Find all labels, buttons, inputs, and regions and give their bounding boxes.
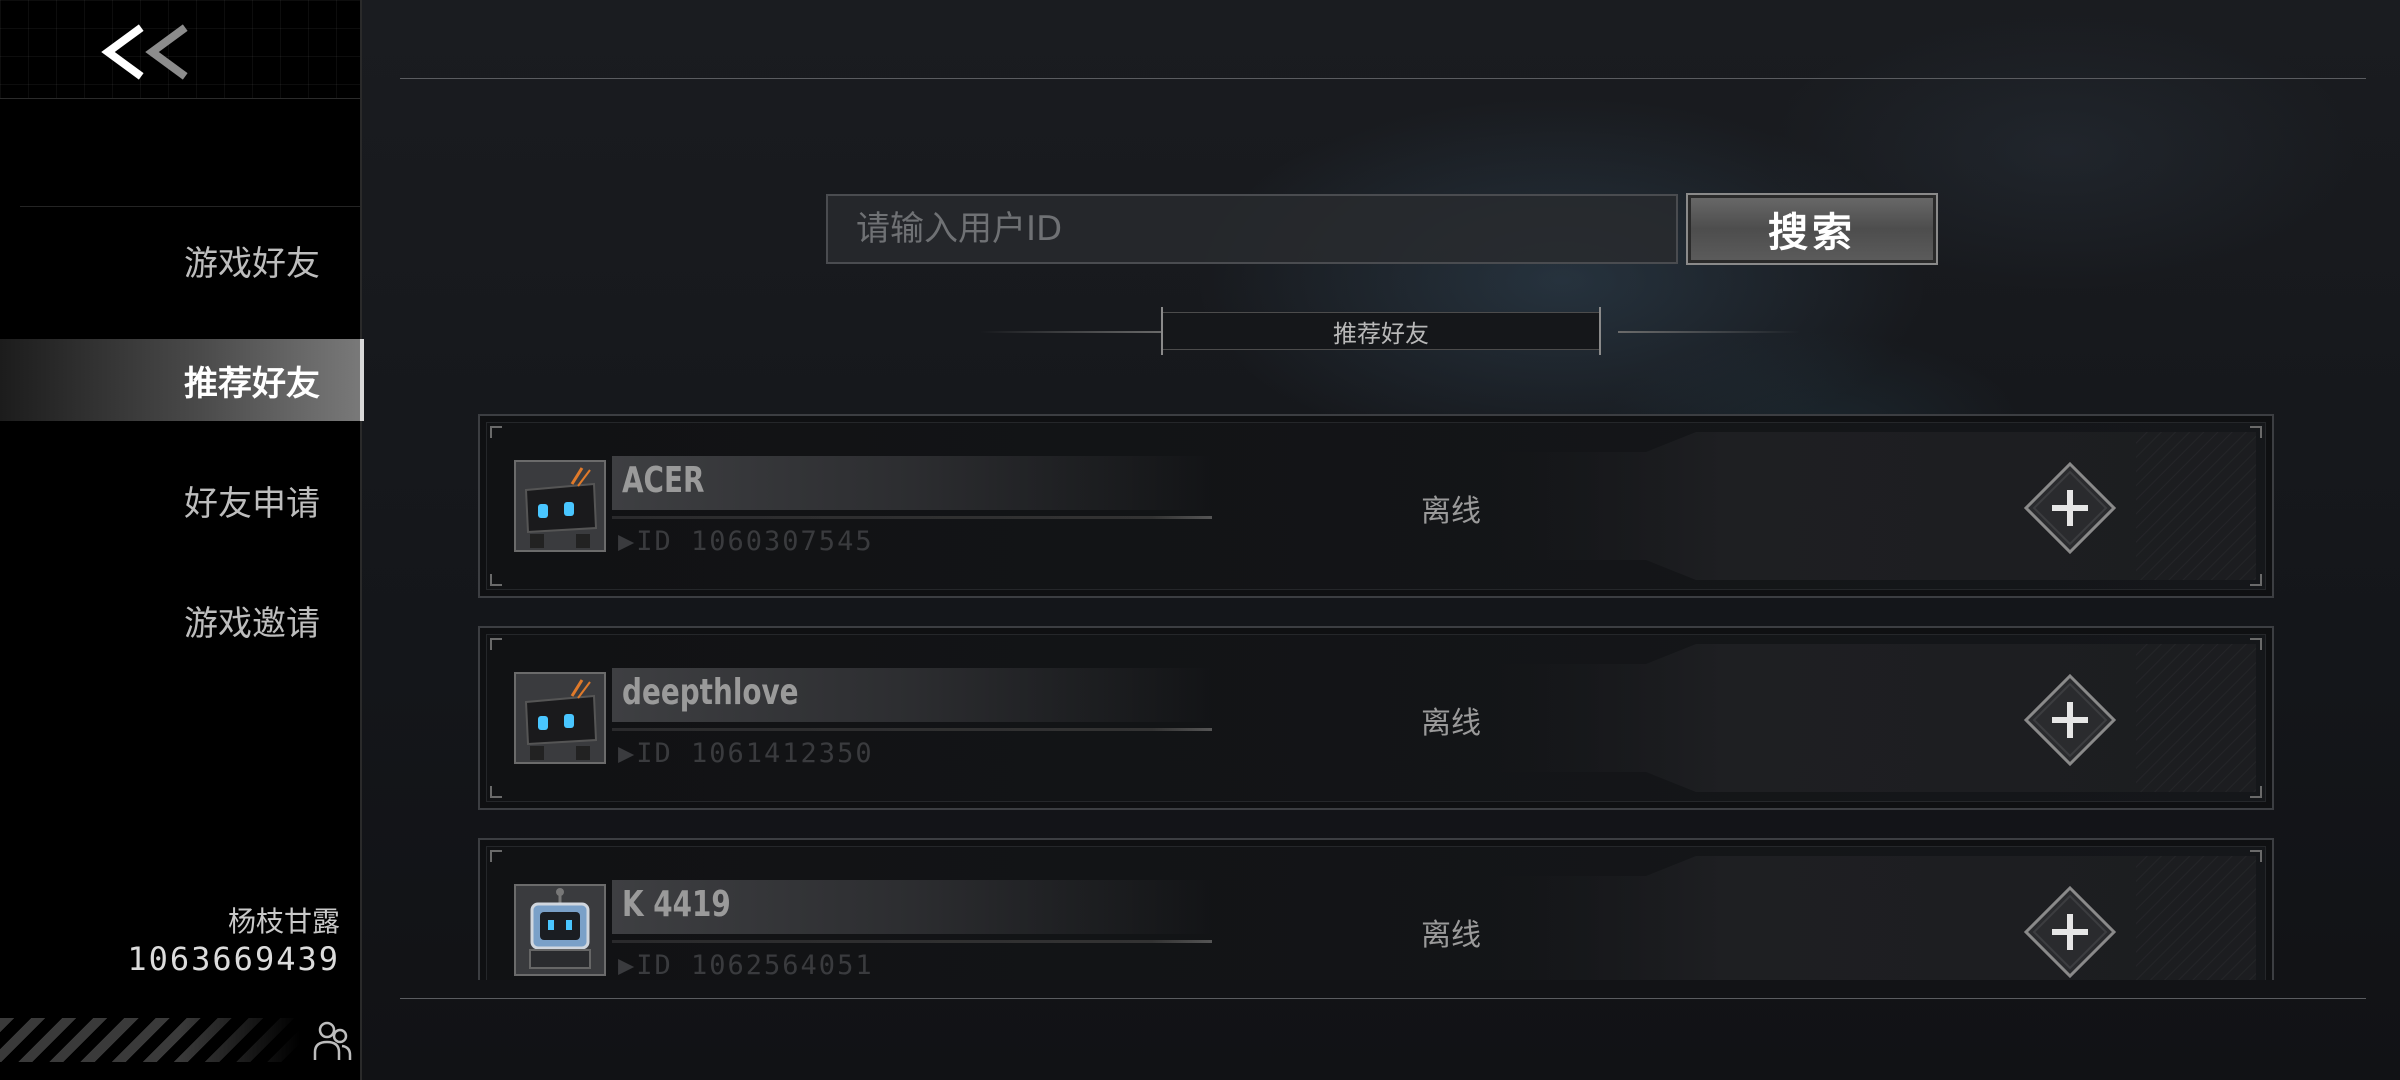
corner <box>490 574 502 586</box>
friends-icon[interactable] <box>312 1018 352 1064</box>
sidebar-item-label: 游戏好友 <box>184 243 320 284</box>
sidebar-item-recommended-friends[interactable]: 推荐好友 <box>0 339 364 421</box>
corner <box>2250 638 2262 650</box>
friend-card: K 4419 ▶ID 1062564051 离线 <box>478 838 2274 980</box>
search-input[interactable] <box>826 194 1678 264</box>
corner <box>490 786 502 798</box>
add-friend-button[interactable] <box>2022 884 2118 980</box>
double-chevron-left-icon[interactable] <box>98 16 194 88</box>
user-id: 1063669439 <box>127 940 340 978</box>
section-line-left <box>980 331 1162 333</box>
status-text: 离线 <box>1421 706 1481 741</box>
add-friend-button[interactable] <box>2022 672 2118 768</box>
sidebar-divider <box>20 206 360 207</box>
search-button-label: 搜索 <box>1768 210 1856 256</box>
player-id: ▶ID 1062564051 <box>618 950 874 980</box>
sidebar-item-label: 游戏邀请 <box>184 603 320 644</box>
friend-card: ACER ▶ID 1060307545 离线 <box>478 414 2274 598</box>
sidebar-item-game-invites[interactable]: 游戏邀请 <box>0 579 364 661</box>
corner <box>2250 574 2262 586</box>
section-title: 推荐好友 <box>1161 307 1601 355</box>
friend-card: deepthlove ▶ID 1061412350 离线 <box>478 626 2274 810</box>
sidebar-item-label: 好友申请 <box>184 483 320 524</box>
section-title-text: 推荐好友 <box>1333 319 1429 348</box>
back-area <box>0 0 360 99</box>
search-button[interactable]: 搜索 <box>1686 193 1938 265</box>
section-header: 推荐好友 <box>980 307 1800 355</box>
player-id: ▶ID 1060307545 <box>618 526 874 557</box>
bottom-divider <box>400 998 2366 999</box>
corner <box>490 850 502 862</box>
add-friend-button[interactable] <box>2022 460 2118 556</box>
status-text: 离线 <box>1421 918 1481 953</box>
sidebar-item-label: 推荐好友 <box>184 363 320 404</box>
corner <box>490 638 502 650</box>
sidebar-item-game-friends[interactable]: 游戏好友 <box>0 219 364 301</box>
sidebar-item-friend-requests[interactable]: 好友申请 <box>0 459 364 541</box>
corner <box>2250 426 2262 438</box>
corner <box>2250 850 2262 862</box>
player-id: ▶ID 1061412350 <box>618 738 874 769</box>
corner <box>2250 786 2262 798</box>
decorative-stripes <box>0 1018 300 1062</box>
corner <box>490 426 502 438</box>
friend-list: ACER ▶ID 1060307545 离线 deepthlove ▶ID 10… <box>470 410 2290 980</box>
top-divider <box>400 78 2366 79</box>
status-text: 离线 <box>1421 494 1481 529</box>
sidebar: 游戏好友 推荐好友 好友申请 游戏邀请 杨枝甘露 1063669439 <box>0 0 364 1080</box>
section-line-right <box>1618 331 1800 333</box>
user-name: 杨枝甘露 <box>227 905 340 938</box>
